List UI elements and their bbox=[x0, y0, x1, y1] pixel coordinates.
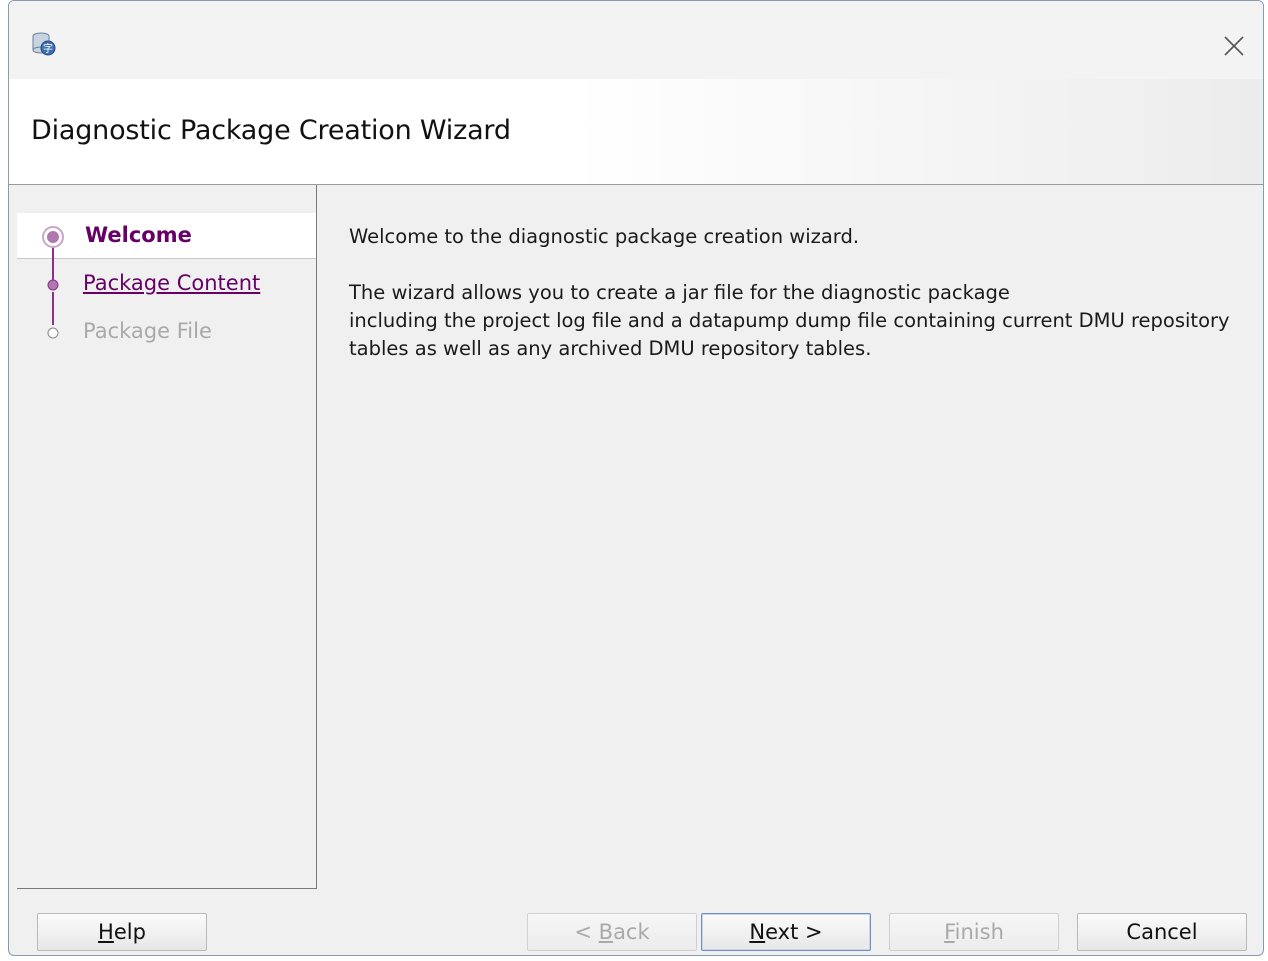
help-mnemonic: H bbox=[98, 920, 114, 944]
step-welcome-label: Welcome bbox=[85, 223, 192, 247]
svg-text:字: 字 bbox=[43, 42, 53, 55]
next-button[interactable]: Next > bbox=[701, 913, 871, 951]
next-label: ext > bbox=[765, 920, 823, 944]
finish-label: inish bbox=[954, 920, 1004, 944]
step-package-file-label: Package File bbox=[83, 319, 212, 343]
back-button[interactable]: < Back bbox=[527, 913, 697, 951]
title-bar: 字 bbox=[9, 1, 1263, 79]
back-mnemonic: B bbox=[598, 920, 614, 944]
help-label: elp bbox=[113, 920, 146, 944]
welcome-description-line-3: tables as well as any archived DMU repos… bbox=[349, 337, 872, 360]
next-mnemonic: N bbox=[749, 920, 766, 944]
step-visited-marker-icon bbox=[47, 279, 59, 291]
step-package-content-label[interactable]: Package Content bbox=[83, 271, 260, 295]
welcome-intro: Welcome to the diagnostic package creati… bbox=[349, 225, 860, 248]
welcome-description-line-2: including the project log file and a dat… bbox=[349, 309, 1230, 332]
help-button[interactable]: Help bbox=[37, 913, 207, 951]
back-label: ack bbox=[613, 920, 650, 944]
step-track bbox=[42, 226, 64, 339]
database-charset-icon: 字 bbox=[32, 32, 56, 56]
finish-mnemonic: F bbox=[944, 920, 955, 944]
back-prefix: < bbox=[574, 920, 599, 944]
step-pending-marker-icon bbox=[47, 327, 59, 339]
cancel-button[interactable]: Cancel bbox=[1077, 913, 1247, 951]
step-current-marker-icon bbox=[42, 226, 64, 248]
welcome-description-line-1: The wizard allows you to create a jar fi… bbox=[349, 281, 1010, 304]
wizard-dialog: 字 Diagnostic Package Creation Wizard Wel… bbox=[8, 0, 1264, 956]
wizard-title: Diagnostic Package Creation Wizard bbox=[31, 115, 511, 146]
welcome-panel: Welcome to the diagnostic package creati… bbox=[349, 223, 1249, 363]
step-navigator: Welcome Package Content Package File bbox=[17, 185, 317, 889]
wizard-header: Diagnostic Package Creation Wizard bbox=[9, 79, 1263, 185]
close-icon[interactable] bbox=[1219, 31, 1249, 61]
finish-button[interactable]: Finish bbox=[889, 913, 1059, 951]
